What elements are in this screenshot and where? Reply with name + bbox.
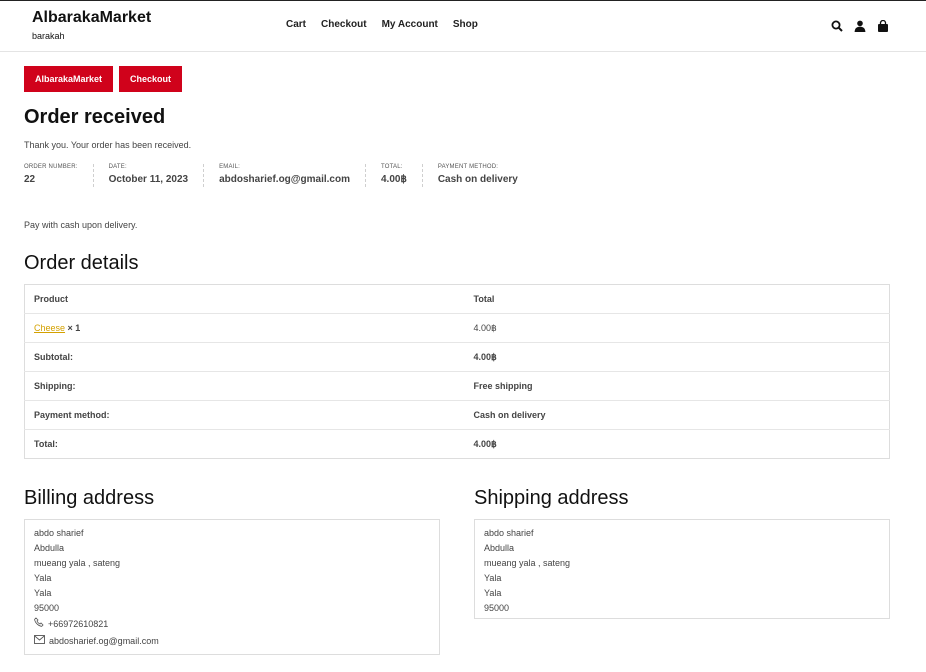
billing-email-text: abdosharief.og@gmail.com: [49, 636, 159, 646]
total-value: 4.00฿: [464, 429, 890, 459]
overview-label: TOTAL:: [381, 164, 403, 170]
site-tagline: barakah: [32, 31, 65, 41]
shipping-label: Shipping:: [24, 371, 465, 401]
table-row: Payment method: Cash on delivery: [24, 400, 890, 430]
payment-note: Pay with cash upon delivery.: [24, 220, 138, 230]
product-link-cheese[interactable]: Cheese: [34, 323, 65, 333]
search-icon[interactable]: [831, 20, 844, 33]
billing-email: abdosharief.og@gmail.com: [34, 633, 430, 650]
overview-total: TOTAL: 4.00฿: [365, 164, 422, 187]
subtotal-value: 4.00฿: [464, 342, 890, 372]
breadcrumb-checkout-button[interactable]: Checkout: [119, 66, 183, 92]
overview-label: DATE:: [108, 164, 127, 170]
billing-address-heading: Billing address: [24, 487, 155, 509]
overview-label: EMAIL:: [219, 164, 240, 170]
shipping-line: Abdulla: [484, 543, 515, 553]
payment-method-value: Cash on delivery: [464, 400, 890, 430]
overview-value: Cash on delivery: [437, 174, 518, 185]
overview-value: 4.00฿: [381, 174, 407, 185]
table-row: Total: 4.00฿: [24, 429, 890, 459]
billing-line: Abdulla: [34, 543, 65, 553]
shipping-address-heading: Shipping address: [474, 487, 629, 509]
phone-icon: [34, 617, 44, 632]
overview-order-number: ORDER NUMBER: 22: [24, 164, 93, 187]
total-label: Total:: [24, 429, 465, 459]
overview-value: October 11, 2023: [108, 174, 189, 185]
account-icon[interactable]: [854, 20, 867, 33]
order-overview: ORDER NUMBER: 22 DATE: October 11, 2023 …: [24, 164, 533, 187]
payment-method-label: Payment method:: [24, 400, 465, 430]
overview-label: PAYMENT METHOD:: [437, 164, 499, 170]
email-icon: [34, 634, 45, 649]
billing-line: Yala: [34, 588, 52, 598]
overview-email: EMAIL: abdosharief.og@gmail.com: [203, 164, 365, 187]
billing-line: abdo sharief: [34, 528, 84, 538]
order-details-table: Product Total Cheese × 1 4.00฿ Subtotal:…: [24, 284, 890, 459]
main-nav: Cart Checkout My Account Shop: [286, 19, 493, 30]
overview-value: abdosharief.og@gmail.com: [219, 174, 350, 185]
overview-value: 22: [24, 174, 36, 185]
table-row: Shipping: Free shipping: [24, 371, 890, 401]
site-header: AlbarakaMarket barakah Cart Checkout My …: [0, 1, 926, 52]
page-title: Order received: [24, 106, 166, 128]
nav-cart[interactable]: Cart: [286, 19, 306, 30]
shipping-line: Yala: [484, 573, 502, 583]
nav-my-account[interactable]: My Account: [382, 19, 438, 30]
subtotal-label: Subtotal:: [24, 342, 465, 372]
shipping-line: Yala: [484, 588, 502, 598]
header-icons: [831, 20, 890, 33]
breadcrumb: AlbarakaMarket Checkout: [24, 66, 183, 92]
site-title-link[interactable]: AlbarakaMarket: [32, 9, 151, 27]
nav-checkout[interactable]: Checkout: [321, 19, 367, 30]
billing-phone-text: +66972610821: [48, 619, 109, 629]
product-cell: Cheese × 1: [24, 313, 465, 343]
column-header-product: Product: [34, 294, 69, 304]
shipping-address-box: abdo sharief Abdulla mueang yala , saten…: [474, 519, 890, 619]
billing-phone: +66972610821: [34, 616, 430, 633]
overview-payment-method: PAYMENT METHOD: Cash on delivery: [421, 164, 533, 187]
product-quantity: × 1: [67, 323, 81, 333]
order-details-heading: Order details: [24, 252, 139, 274]
nav-shop[interactable]: Shop: [453, 19, 478, 30]
overview-label: ORDER NUMBER:: [24, 164, 78, 170]
shipping-line: 95000: [484, 603, 510, 613]
shipping-line: abdo sharief: [484, 528, 534, 538]
table-header-row: Product Total: [25, 285, 890, 314]
breadcrumb-home-button[interactable]: AlbarakaMarket: [24, 66, 114, 92]
billing-line: mueang yala , sateng: [34, 558, 121, 568]
billing-line: Yala: [34, 573, 52, 583]
product-total: 4.00฿: [464, 313, 890, 343]
column-header-total: Total: [473, 294, 495, 304]
table-row: Cheese × 1 4.00฿: [24, 313, 890, 343]
shipping-line: mueang yala , sateng: [484, 558, 571, 568]
bag-icon[interactable]: [877, 20, 890, 33]
thank-you-message: Thank you. Your order has been received.: [24, 140, 192, 150]
overview-date: DATE: October 11, 2023: [92, 164, 204, 187]
billing-line: 95000: [34, 603, 60, 613]
table-row: Subtotal: 4.00฿: [24, 342, 890, 372]
billing-address-box: abdo sharief Abdulla mueang yala , saten…: [24, 519, 440, 655]
shipping-value: Free shipping: [464, 371, 890, 401]
